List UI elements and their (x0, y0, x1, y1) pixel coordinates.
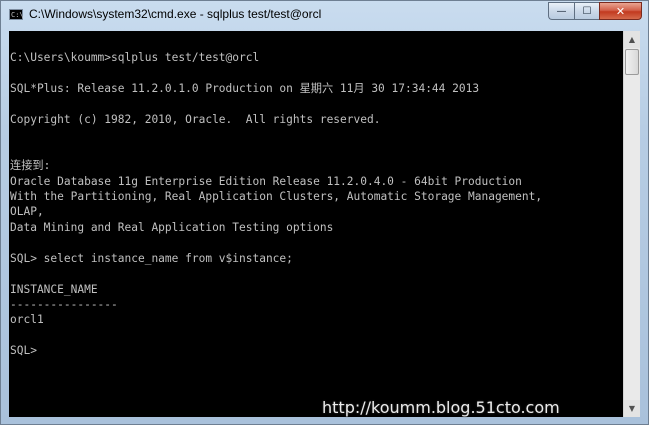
window-title: C:\Windows\system32\cmd.exe - sqlplus te… (29, 7, 322, 21)
console-line: With the Partitioning, Real Application … (10, 190, 543, 204)
minimize-icon: — (556, 5, 567, 17)
console-text: C:\Users\koumm>sqlplus test/test@orcl SQ… (9, 31, 623, 359)
close-icon: ✕ (615, 4, 626, 18)
console-line: SQL*Plus: Release 11.2.0.1.0 Production … (10, 82, 480, 96)
console-line: orcl1 (10, 313, 44, 327)
cmd-app-icon[interactable]: C:\ (9, 9, 24, 20)
console-line: INSTANCE_NAME (10, 282, 98, 296)
arrow-down-icon: ▼ (628, 404, 636, 413)
console-line: ---------------- (10, 297, 118, 311)
console-line: SQL> (10, 344, 37, 358)
console-output-area[interactable]: C:\Users\koumm>sqlplus test/test@orcl SQ… (9, 31, 623, 417)
watermark-url: http://koumm.blog.51cto.com (322, 398, 560, 417)
vertical-scrollbar[interactable]: ▲ ▼ (623, 31, 640, 417)
scroll-up-button[interactable]: ▲ (624, 31, 640, 48)
scroll-down-button[interactable]: ▼ (624, 400, 640, 417)
title-bar[interactable]: C:\ C:\Windows\system32\cmd.exe - sqlplu… (1, 1, 648, 29)
arrow-up-icon: ▲ (628, 35, 636, 44)
maximize-icon: ☐ (582, 5, 592, 17)
scrollbar-thumb[interactable] (625, 49, 639, 75)
console-line: C:\Users\koumm>sqlplus test/test@orcl (10, 51, 260, 65)
console-line: SQL> select instance_name from v$instanc… (10, 251, 293, 265)
console-line: Data Mining and Real Application Testing… (10, 220, 334, 234)
console-line: Oracle Database 11g Enterprise Edition R… (10, 174, 522, 188)
close-button[interactable]: ✕ (599, 2, 642, 20)
maximize-button[interactable]: ☐ (574, 2, 599, 20)
console-window: C:\ C:\Windows\system32\cmd.exe - sqlplu… (0, 0, 649, 425)
minimize-button[interactable]: — (548, 2, 574, 20)
console-line: Copyright (c) 1982, 2010, Oracle. All ri… (10, 113, 381, 127)
caption-buttons: — ☐ ✕ (548, 2, 642, 21)
console-line: 连接到: (10, 159, 51, 173)
console-line: OLAP, (10, 205, 44, 219)
